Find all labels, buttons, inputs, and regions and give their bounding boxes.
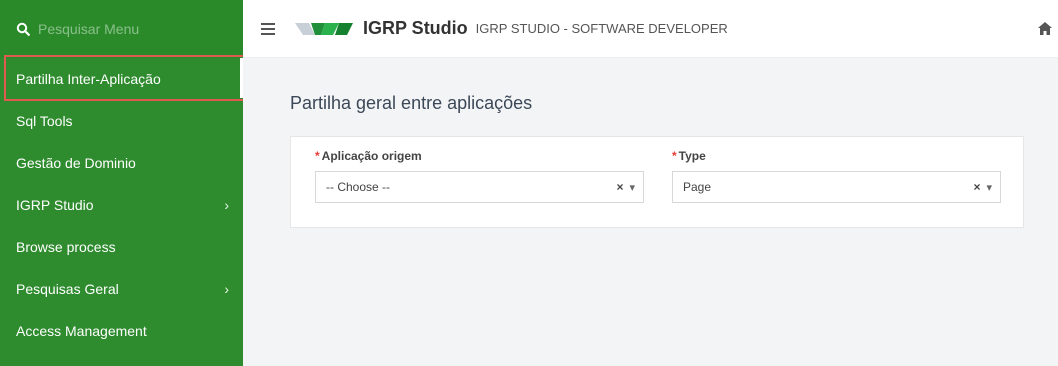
chevron-right-icon: › [224,197,229,213]
sidebar-item-label: Pesquisas Geral [16,281,119,297]
search-input[interactable] [38,21,208,37]
hamburger-menu-icon[interactable] [261,20,275,38]
field-type: * Type Page × ▾ [672,149,1001,203]
sidebar-item-label: Partilha Inter-Aplicação [16,71,161,87]
sidebar-search [0,0,243,58]
igrp-logo-icon [295,21,353,37]
page-title: Partilha geral entre aplicações [290,93,533,113]
home-icon[interactable] [1038,22,1052,40]
required-mark: * [672,149,677,163]
sidebar-item-access-management[interactable]: Access Management [0,310,243,352]
sidebar-item-label: Browse process [16,239,116,255]
sidebar-item-label: Access Management [16,323,147,339]
app-subtitle: IGRP STUDIO - SOFTWARE DEVELOPER [475,21,728,36]
field-aplicacao-origem: * Aplicação origem -- Choose -- × ▾ [315,149,644,203]
search-icon [16,22,30,36]
chevron-down-icon[interactable]: ▾ [986,181,992,194]
top-bar: IGRP Studio IGRP STUDIO - SOFTWARE DEVEL… [243,0,1058,58]
form-card: * Aplicação origem -- Choose -- × ▾ * Type… [290,136,1024,228]
sidebar-item-igrp-studio[interactable]: IGRP Studio › [0,184,243,226]
required-mark: * [315,149,320,163]
sidebar-item-pesquisas-geral[interactable]: Pesquisas Geral › [0,268,243,310]
field-label-text: Aplicação origem [321,149,422,163]
sidebar-item-sql-tools[interactable]: Sql Tools [0,100,243,142]
type-select[interactable]: Page × ▾ [672,171,1001,203]
select-value: -- Choose -- [326,180,391,194]
clear-icon[interactable]: × [616,180,623,194]
sidebar-item-label: Gestão de Dominio [16,155,136,171]
sidebar-item-gestao-de-dominio[interactable]: Gestão de Dominio [0,142,243,184]
sidebar-item-label: IGRP Studio [16,197,94,213]
clear-icon[interactable]: × [973,180,980,194]
select-value: Page [683,180,712,194]
aplicacao-origem-select[interactable]: -- Choose -- × ▾ [315,171,644,203]
field-label: * Type [672,149,1001,163]
sidebar-item-partilha-inter-aplicacao[interactable]: Partilha Inter-Aplicação [0,58,243,100]
chevron-right-icon: › [224,281,229,297]
app-brand: IGRP Studio [363,18,468,38]
sidebar-item-label: Sql Tools [16,113,73,129]
field-label-text: Type [678,149,706,163]
chevron-down-icon[interactable]: ▾ [629,181,635,194]
main-content: Partilha geral entre aplicações * Aplicaç… [243,58,1058,366]
sidebar: Partilha Inter-Aplicação Sql Tools Gestã… [0,0,243,366]
field-label: * Aplicação origem [315,149,644,163]
sidebar-item-browse-process[interactable]: Browse process [0,226,243,268]
